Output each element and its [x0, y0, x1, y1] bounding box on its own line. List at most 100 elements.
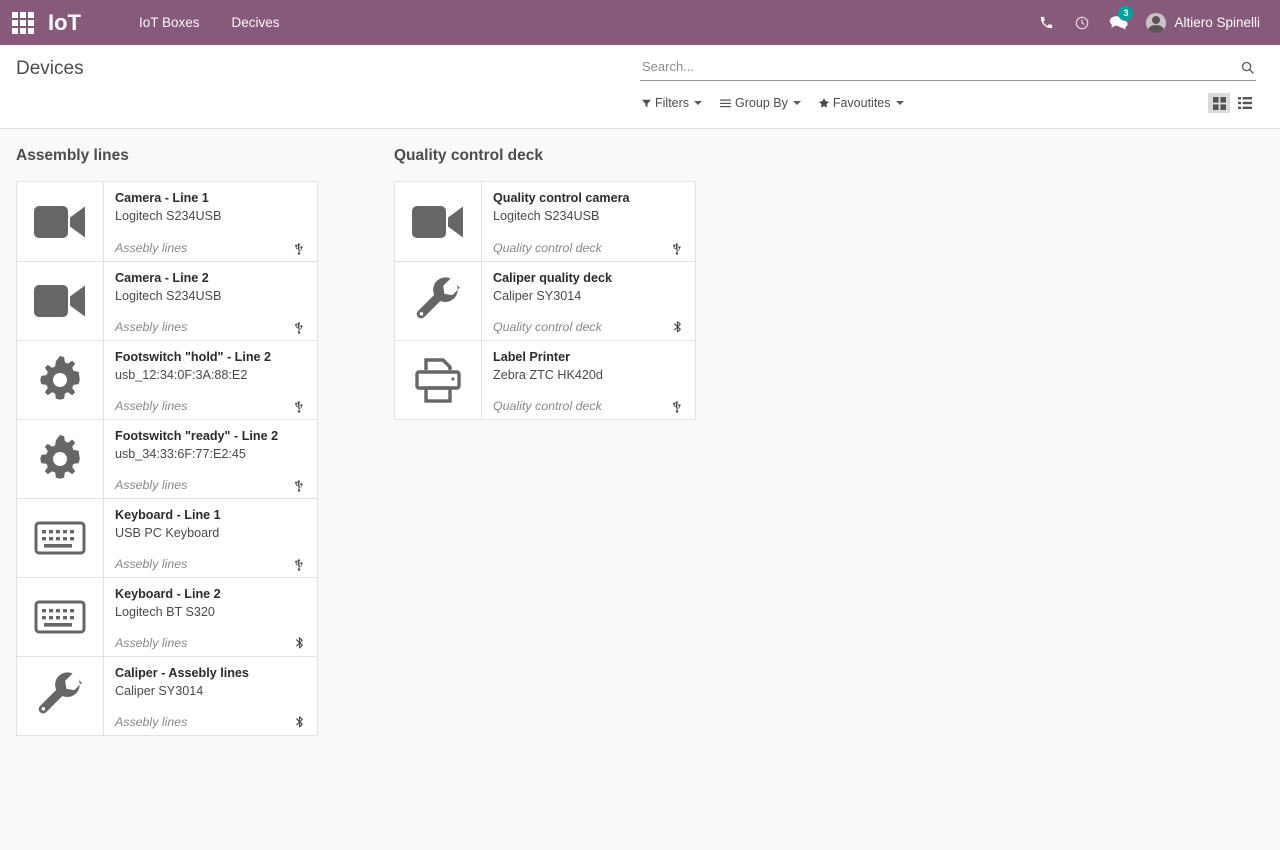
device-card[interactable]: Camera - Line 1Logitech S234USBAssebly l…: [17, 182, 317, 261]
bluetooth-icon: [291, 636, 307, 650]
nav-item-devices[interactable]: Decives: [216, 0, 296, 45]
usb-icon: [291, 321, 307, 334]
device-identifier: Logitech S234USB: [493, 207, 685, 225]
bluetooth-icon: [291, 715, 307, 729]
brand-logo[interactable]: IoT: [48, 12, 81, 34]
kanban-card-list: Camera - Line 1Logitech S234USBAssebly l…: [16, 181, 318, 736]
device-card-body: Quality control cameraLogitech S234USB Qu…: [482, 182, 695, 261]
chevron-down-icon: [896, 101, 904, 105]
device-name: Camera - Line 1: [115, 190, 307, 207]
device-card-footer: Quality control deck: [493, 313, 685, 334]
messages-icon[interactable]: 3: [1100, 0, 1136, 45]
device-card[interactable]: Quality control cameraLogitech S234USB Qu…: [395, 182, 695, 261]
device-card-body: Caliper quality deckCaliper SY3014Qualit…: [482, 262, 695, 340]
kanban-board: Assembly linesCamera - Line 1Logitech S2…: [0, 147, 1280, 736]
device-identifier: USB PC Keyboard: [115, 524, 307, 542]
device-card-body: Keyboard - Line 2Logitech BT S320 Assebly…: [104, 578, 317, 656]
usb-icon: [291, 558, 307, 571]
device-card-footer: Assebly lines: [115, 629, 307, 650]
device-group-label: Assebly lines: [115, 715, 187, 729]
wrench-icon: [17, 657, 104, 735]
device-name: Footswitch "hold" - Line 2: [115, 349, 307, 366]
device-name: Keyboard - Line 1: [115, 507, 307, 524]
video-camera-icon: [17, 262, 104, 340]
kanban-view-button[interactable]: [1208, 93, 1230, 113]
favourites-button[interactable]: Favoutites: [817, 94, 912, 112]
page-title: Devices: [16, 58, 84, 80]
device-name: Label Printer: [493, 349, 685, 366]
usb-icon: [291, 242, 307, 255]
filter-icon: [642, 99, 651, 108]
device-name: Footswitch "ready" - Line 2: [115, 428, 307, 445]
search-input[interactable]: [640, 59, 1238, 75]
device-group-label: Assebly lines: [115, 557, 187, 571]
keyboard-icon: [17, 578, 104, 656]
device-card-body: Label PrinterZebra ZTC HK420d Quality con…: [482, 341, 695, 419]
favourites-label: Favoutites: [833, 96, 891, 110]
search-row: [640, 58, 1256, 81]
gear-icon: [17, 420, 104, 498]
device-name: Keyboard - Line 2: [115, 586, 307, 603]
device-identifier: Logitech BT S320: [115, 603, 307, 621]
kanban-column: Assembly lines Camera - Line 1Logitech S2…: [16, 147, 394, 736]
content-area: Assembly linesCamera - Line 1Logitech S2…: [0, 129, 1280, 850]
device-card[interactable]: Keyboard - Line 1USB PC Keyboard Assebly …: [17, 498, 317, 577]
messages-badge: 3: [1118, 6, 1133, 21]
device-card-footer: Assebly lines: [115, 708, 307, 729]
user-menu[interactable]: Altiero Spinelli: [1136, 0, 1266, 45]
device-card[interactable]: Keyboard - Line 2Logitech BT S320 Assebly…: [17, 577, 317, 656]
device-card-footer: Quality control deck: [493, 392, 685, 413]
device-group-label: Quality control deck: [493, 241, 602, 255]
device-card-body: Footswitch "ready" - Line 2usb_34:33:6F:…: [104, 420, 317, 498]
device-card-footer: Assebly lines: [115, 471, 307, 492]
keyboard-icon: [17, 499, 104, 577]
device-card-footer: Assebly lines: [115, 313, 307, 334]
kanban-column: Quality control deckQuality control came…: [394, 147, 772, 420]
navbar-right: 3 Altiero Spinelli: [1028, 0, 1266, 45]
list-view-button[interactable]: [1234, 93, 1256, 113]
device-group-label: Assebly lines: [115, 478, 187, 492]
apps-grid-icon[interactable]: [10, 10, 36, 36]
search-icon[interactable]: [1238, 58, 1256, 76]
video-camera-icon: [17, 182, 104, 261]
device-card-body: Camera - Line 2Logitech S234USBAssebly l…: [104, 262, 317, 340]
device-card[interactable]: Footswitch "hold" - Line 2usb_12:34:0F:3…: [17, 340, 317, 419]
device-card-footer: Assebly lines: [115, 234, 307, 255]
device-card-body: Caliper - Assebly linesCaliper SY3014 Ass…: [104, 657, 317, 735]
device-name: Caliper - Assebly lines: [115, 665, 307, 682]
device-group-label: Quality control deck: [493, 320, 602, 334]
device-identifier: Zebra ZTC HK420d: [493, 366, 685, 384]
device-card[interactable]: Camera - Line 2Logitech S234USBAssebly l…: [17, 261, 317, 340]
device-card-body: Footswitch "hold" - Line 2usb_12:34:0F:3…: [104, 341, 317, 419]
control-panel: Devices Filters Group By: [0, 45, 1280, 129]
nav-item-iot-boxes[interactable]: IoT Boxes: [123, 0, 216, 45]
filters-button[interactable]: Filters: [640, 94, 710, 112]
filters-label: Filters: [655, 96, 689, 110]
usb-icon: [669, 242, 685, 255]
printer-icon: [395, 341, 482, 419]
device-card-footer: Quality control deck: [493, 234, 685, 255]
device-card-body: Camera - Line 1Logitech S234USBAssebly l…: [104, 182, 317, 261]
device-card[interactable]: Label PrinterZebra ZTC HK420d Quality con…: [395, 340, 695, 419]
phone-icon[interactable]: [1028, 0, 1064, 45]
group-by-button[interactable]: Group By: [718, 94, 809, 112]
user-name: Altiero Spinelli: [1174, 15, 1260, 30]
kanban-column-title: Assembly lines: [16, 147, 394, 165]
video-camera-icon: [395, 182, 482, 261]
kanban-column-title: Quality control deck: [394, 147, 772, 165]
device-name: Quality control camera: [493, 190, 685, 207]
nav-menu: IoT Boxes Decives: [123, 0, 296, 45]
device-card[interactable]: Caliper quality deckCaliper SY3014Qualit…: [395, 261, 695, 340]
group-by-label: Group By: [735, 96, 788, 110]
device-group-label: Assebly lines: [115, 399, 187, 413]
device-identifier: Caliper SY3014: [115, 682, 307, 700]
usb-icon: [669, 400, 685, 413]
device-group-label: Quality control deck: [493, 399, 602, 413]
device-card[interactable]: Footswitch "ready" - Line 2usb_34:33:6F:…: [17, 419, 317, 498]
avatar: [1146, 13, 1166, 33]
device-card[interactable]: Caliper - Assebly linesCaliper SY3014 Ass…: [17, 656, 317, 735]
usb-icon: [291, 400, 307, 413]
clock-icon[interactable]: [1064, 0, 1100, 45]
wrench-icon: [395, 262, 482, 340]
device-card-footer: Assebly lines: [115, 392, 307, 413]
